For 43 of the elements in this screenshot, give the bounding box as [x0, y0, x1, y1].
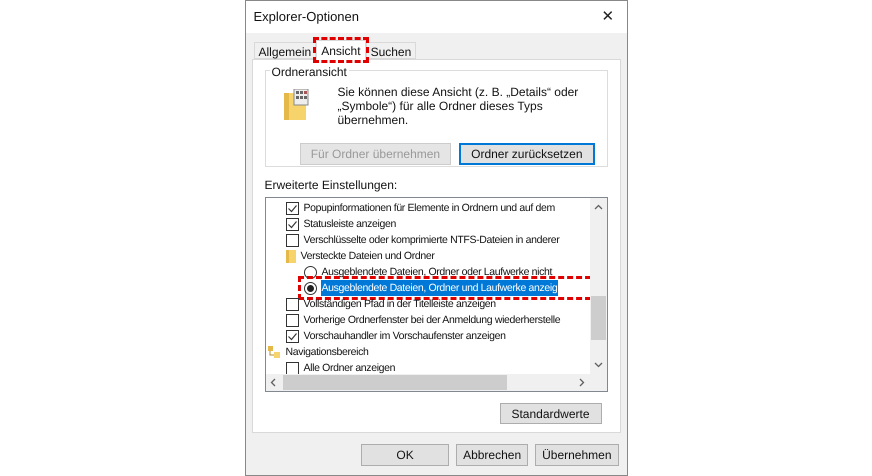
folder-view-icon: [284, 89, 310, 121]
option-label[interactable]: Alle Ordner anzeigen: [302, 360, 396, 374]
option-label: Navigationsbereich: [284, 345, 370, 360]
option-label[interactable]: Statusleiste anzeigen: [302, 216, 397, 232]
defaults-button[interactable]: Standardwerte: [500, 403, 602, 424]
scroll-down-icon[interactable]: [594, 362, 602, 368]
window-title: Explorer-Optionen: [254, 8, 359, 26]
option-label[interactable]: Vorschauhandler im Vorschaufenster anzeigen: [302, 328, 507, 344]
option-label[interactable]: Verschlüsselte oder komprimierte NTFS-Dateien in anderer: [302, 232, 560, 248]
checkbox[interactable]: [286, 234, 298, 246]
option-label: Versteckte Dateien und Ordner: [300, 249, 436, 264]
close-button[interactable]: ✕: [602, 6, 614, 28]
section-label: Erweiterte Einstellungen:: [264, 177, 398, 194]
tab[interactable]: Suchen: [366, 42, 416, 59]
vertical-scrollbar[interactable]: [590, 198, 606, 374]
tab[interactable]: Ansicht: [316, 40, 366, 60]
horizontal-scrollbar[interactable]: [266, 374, 606, 391]
dialog-button[interactable]: Übernehmen: [535, 444, 618, 466]
scroll-up-icon[interactable]: [594, 204, 602, 210]
description-text: Sie können diese Ansicht (z. B. „Details“ oder „Symbole“) für alle Ordner dieses Typs übernehmen.: [338, 85, 580, 127]
checkbox[interactable]: [286, 202, 298, 214]
option-label[interactable]: Popupinformationen für Elemente in Ordnern und auf dem: [302, 200, 556, 216]
option-label[interactable]: Vollständigen Pfad in der Titelleiste anzeigen: [302, 296, 497, 312]
checkbox[interactable]: [286, 362, 298, 374]
option-label[interactable]: Ausgeblendete Dateien, Ordner und Laufwerke anzeig: [320, 280, 558, 296]
folder-icon: [286, 250, 296, 262]
folder-button[interactable]: Ordner zurücksetzen: [459, 143, 594, 165]
option-label[interactable]: Vorherige Ordnerfenster bei der Anmeldung wiederherstelle: [302, 312, 562, 328]
scroll-thumb[interactable]: [282, 375, 506, 390]
scroll-thumb[interactable]: [590, 296, 606, 340]
dialog-button[interactable]: OK: [361, 444, 450, 466]
dialog-button[interactable]: Abbrechen: [456, 444, 528, 466]
scroll-left-icon[interactable]: [270, 378, 276, 387]
checkbox[interactable]: [286, 314, 298, 326]
radio-button[interactable]: [304, 282, 316, 294]
radio-button[interactable]: [304, 266, 316, 278]
checkbox[interactable]: [286, 330, 298, 342]
scroll-right-icon[interactable]: [578, 378, 584, 387]
tab[interactable]: Allgemein: [254, 42, 316, 59]
checkbox[interactable]: [286, 218, 298, 230]
checkbox[interactable]: [286, 298, 298, 310]
tree-icon: [268, 346, 280, 358]
option-label[interactable]: Ausgeblendete Dateien, Ordner oder Laufwerke nicht: [320, 264, 554, 280]
